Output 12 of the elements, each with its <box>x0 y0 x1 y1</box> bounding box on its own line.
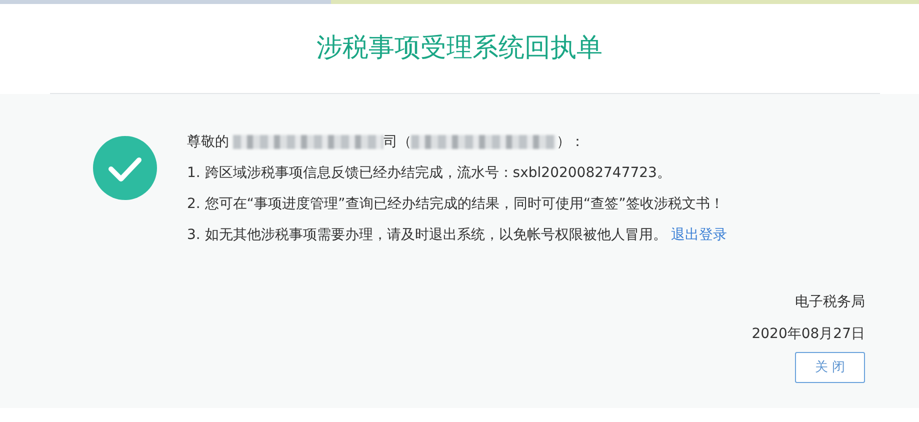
greeting-text: 尊敬的 <box>187 134 229 150</box>
issuer-text: 电子税务局 <box>795 293 865 312</box>
check-icon <box>93 136 157 200</box>
message-text: 1. 跨区域涉税事项信息反馈已经办结完成，流水号：sxbl2020082747723。 <box>187 165 671 181</box>
page-title: 涉税事项受理系统回执单 <box>316 32 602 65</box>
message-text: 3. 如无其他涉税事项需要办理，请及时退出系统，以免帐号权限被他人冒用。 <box>187 227 667 243</box>
greeting-text: ）： <box>556 134 584 150</box>
close-button[interactable]: 关 闭 <box>795 352 865 383</box>
logout-link[interactable]: 退出登录 <box>670 227 727 243</box>
date-text: 2020年08月27日 <box>752 325 865 344</box>
message-text: 2. 您可在“事项进度管理”查询已经办结完成的结果，同时可使用“查签”签收涉税文书！ <box>187 196 724 212</box>
greeting-text: 司（ <box>383 134 412 150</box>
